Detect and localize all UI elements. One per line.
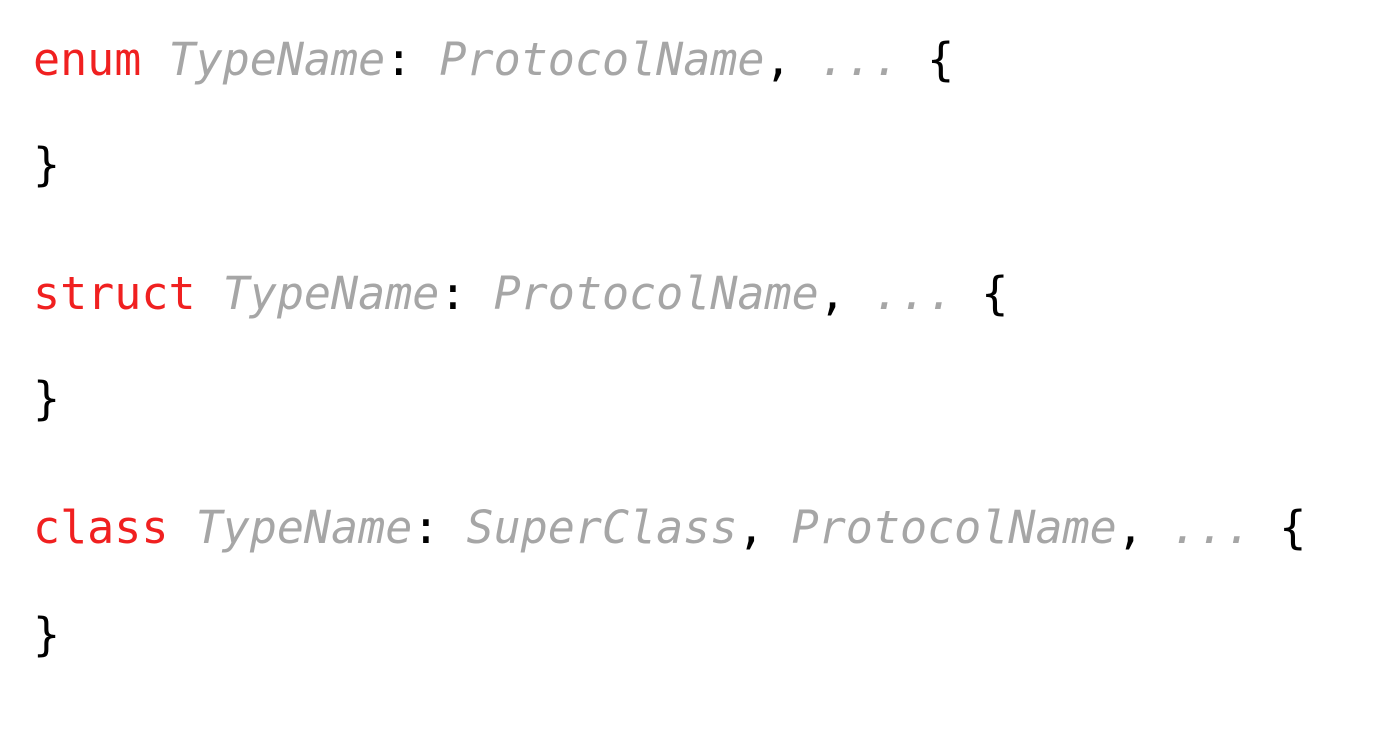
comma: , (737, 501, 765, 554)
close-brace: } (33, 138, 61, 191)
comma: , (818, 267, 846, 320)
type-name-placeholder: TypeName (168, 33, 386, 86)
type-name-placeholder: TypeName (195, 501, 413, 554)
colon: : (385, 33, 413, 86)
open-brace: { (927, 33, 955, 86)
ellipsis-placeholder: ... (872, 267, 955, 320)
close-brace: } (33, 372, 61, 425)
enum-declaration-line: enum TypeName: ProtocolName, ... { (33, 30, 954, 90)
class-declaration-line: class TypeName: SuperClass, ProtocolName… (33, 498, 1306, 558)
comma: , (764, 33, 792, 86)
type-name-placeholder: TypeName (222, 267, 440, 320)
close-brace: } (33, 608, 61, 661)
protocol-name-placeholder: ProtocolName (493, 267, 819, 320)
enum-keyword: enum (33, 33, 142, 86)
struct-declaration-line: struct TypeName: ProtocolName, ... { (33, 264, 1008, 324)
struct-close-line: } (33, 369, 60, 429)
open-brace: { (981, 267, 1009, 320)
protocol-name-placeholder: ProtocolName (791, 501, 1117, 554)
superclass-placeholder: SuperClass (466, 501, 738, 554)
struct-keyword: struct (33, 267, 196, 320)
protocol-name-placeholder: ProtocolName (439, 33, 765, 86)
code-block: enum TypeName: ProtocolName, ... { } str… (33, 0, 1306, 742)
colon: : (439, 267, 467, 320)
open-brace: { (1279, 501, 1307, 554)
enum-close-line: } (33, 135, 60, 195)
colon: : (412, 501, 440, 554)
ellipsis-placeholder: ... (1170, 501, 1253, 554)
class-keyword: class (33, 501, 169, 554)
comma: , (1116, 501, 1144, 554)
class-close-line: } (33, 605, 60, 665)
ellipsis-placeholder: ... (818, 33, 900, 86)
